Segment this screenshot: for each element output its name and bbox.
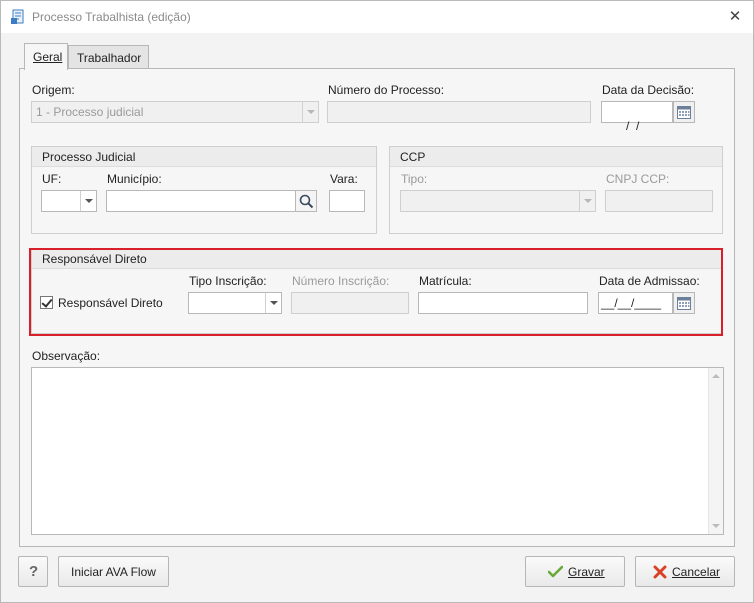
data-admissao-label: Data de Admissao:	[599, 274, 700, 288]
observacao-label: Observação:	[32, 349, 101, 363]
processo-judicial-title: Processo Judicial	[42, 150, 136, 164]
uf-label: UF:	[42, 172, 62, 186]
matricula-input[interactable]	[418, 292, 588, 314]
observacao-scrollbar[interactable]	[708, 368, 723, 534]
tab-trabalhador[interactable]: Trabalhador	[68, 45, 149, 69]
origem-select[interactable]: 1 - Processo judicial	[31, 101, 319, 123]
data-decisao-input[interactable]: / /	[601, 101, 673, 133]
tipo-label: Tipo:	[401, 172, 428, 186]
close-icon: ✕	[728, 8, 742, 25]
responsavel-direto-group: Responsável Direto	[31, 248, 723, 334]
ccp-title: CCP	[400, 150, 426, 164]
municipio-search-button[interactable]	[295, 190, 317, 212]
data-decisao-calendar-button[interactable]	[673, 101, 695, 123]
responsavel-direto-checkbox[interactable]	[40, 296, 53, 309]
chevron-down-icon	[302, 102, 318, 122]
chevron-down-icon	[265, 293, 281, 313]
numero-inscricao-label: Número Inscrição:	[292, 274, 390, 288]
tab-geral-label: Geral	[33, 50, 63, 64]
scroll-up-icon[interactable]	[712, 374, 720, 378]
cancel-x-icon	[653, 565, 667, 579]
origem-label: Origem:	[32, 83, 75, 97]
tipo-inscricao-label: Tipo Inscrição:	[189, 274, 267, 288]
chevron-down-icon	[80, 191, 96, 211]
uf-select[interactable]	[41, 190, 97, 212]
vara-input[interactable]	[329, 190, 365, 212]
help-button[interactable]: ?	[18, 556, 48, 587]
data-decisao-value: / /	[619, 119, 640, 133]
gravar-label-text: Gravar	[568, 565, 605, 579]
data-admissao-input[interactable]: __/__/____	[598, 292, 673, 314]
iniciar-ava-flow-label: Iniciar AVA Flow	[71, 565, 156, 579]
numero-processo-label: Número do Processo:	[328, 83, 445, 97]
responsavel-direto-title: Responsável Direto	[42, 252, 147, 266]
data-admissao-value: __/__/____	[601, 296, 662, 310]
calendar-icon	[677, 297, 691, 310]
checkmark-icon	[548, 565, 563, 578]
iniciar-ava-flow-button[interactable]: Iniciar AVA Flow	[58, 556, 169, 587]
data-admissao-calendar-button[interactable]	[673, 292, 695, 314]
cancelar-label-text: Cancelar	[672, 565, 721, 579]
help-icon: ?	[29, 563, 39, 580]
vara-label: Vara:	[330, 172, 358, 186]
cnpj-ccp-label: CNPJ CCP:	[606, 172, 670, 186]
title-bar: Processo Trabalhista (edição) ✕	[1, 1, 753, 33]
gravar-label: Gravar	[568, 565, 605, 579]
numero-processo-input[interactable]	[327, 101, 591, 123]
tipo-select[interactable]	[400, 190, 596, 212]
dialog-window: Processo Trabalhista (edição) ✕ Geral Tr…	[0, 0, 754, 603]
responsavel-direto-checkbox-label: Responsável Direto	[58, 296, 163, 310]
data-decisao-label: Data da Decisão:	[602, 83, 695, 97]
cancelar-button[interactable]: Cancelar	[635, 556, 735, 587]
close-button[interactable]: ✕	[725, 8, 745, 26]
numero-inscricao-input[interactable]	[291, 292, 409, 314]
gravar-button[interactable]: Gravar	[525, 556, 625, 587]
municipio-label: Município:	[107, 172, 162, 186]
search-icon	[299, 194, 314, 209]
app-document-icon	[10, 9, 26, 25]
tipo-inscricao-select[interactable]	[188, 292, 282, 314]
window-title: Processo Trabalhista (edição)	[32, 10, 191, 24]
responsavel-direto-header: Responsável Direto	[32, 249, 722, 269]
scroll-down-icon[interactable]	[712, 524, 720, 528]
municipio-input[interactable]	[106, 190, 296, 212]
calendar-icon	[677, 106, 691, 119]
tab-trabalhador-label: Trabalhador	[77, 51, 142, 65]
ccp-header: CCP	[390, 147, 722, 167]
origem-value: 1 - Processo judicial	[36, 105, 144, 119]
chevron-down-icon	[579, 191, 595, 211]
processo-judicial-header: Processo Judicial	[32, 147, 376, 167]
cancelar-label: Cancelar	[672, 565, 720, 579]
tab-geral[interactable]: Geral	[24, 43, 68, 70]
matricula-label: Matrícula:	[419, 274, 472, 288]
cnpj-ccp-input[interactable]	[605, 190, 713, 212]
observacao-textarea[interactable]	[31, 367, 724, 535]
